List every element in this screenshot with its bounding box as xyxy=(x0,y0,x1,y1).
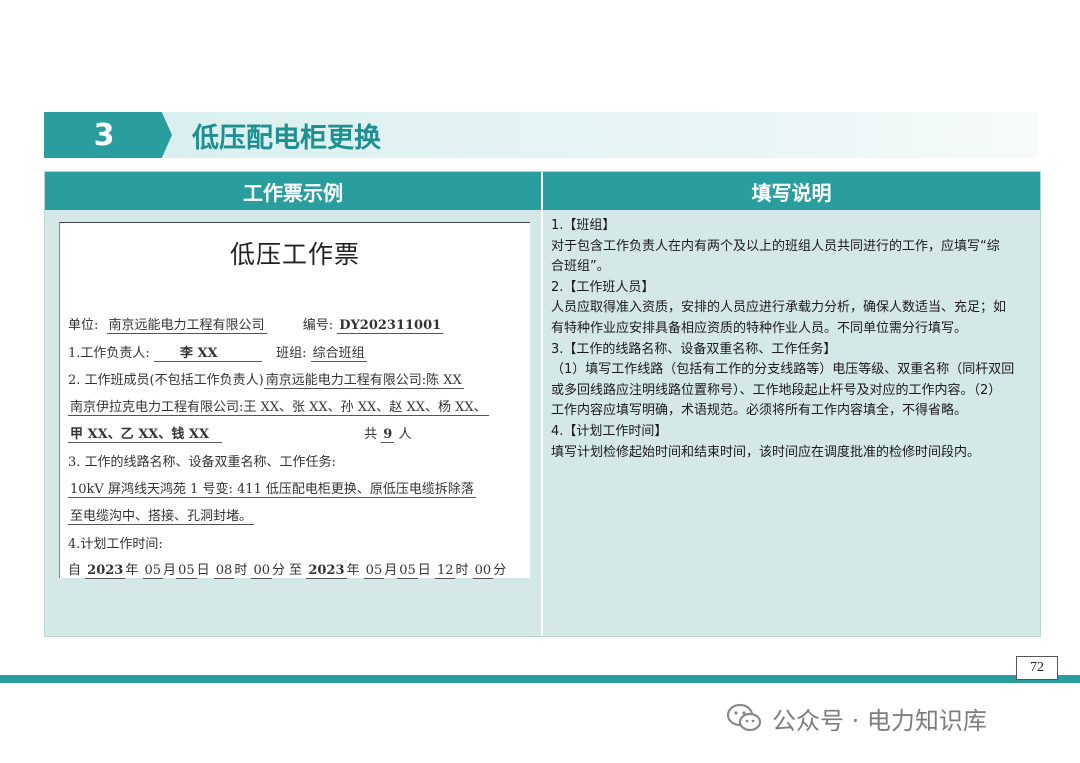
ticket-members-row-1: 2. 工作班成员(不包括工作负责人) 南京远能电力工程有限公司:陈 XX xyxy=(68,369,464,389)
instruction-line: 工作内容应填写明确，术语规范。必须将所有工作内容填全，不得省略。 xyxy=(551,403,968,419)
section-number: 3 xyxy=(44,112,172,158)
ticket-task-row-2: 至电缆沟中、搭接、孔洞封堵。 xyxy=(68,505,255,525)
unit-day: 日 xyxy=(196,563,210,578)
ticket-number-label: 编号: xyxy=(302,318,334,333)
ticket-total-prefix: 共 xyxy=(364,427,378,442)
ticket-unit-row: 单位: 南京远能电力工程有限公司 编号: DY202311001 xyxy=(68,314,444,334)
instruction-line: 或多回线路应注明线路位置称号）、工作地段起止杆号及对应的工作内容。（2） xyxy=(551,382,1002,398)
ticket-start-day: 05 xyxy=(176,563,197,579)
ticket-members-line2: 南京伊拉克电力工程有限公司:王 XX、张 XX、孙 XX、赵 XX、杨 XX、 xyxy=(68,400,489,416)
ticket-end-min: 00 xyxy=(472,563,494,579)
ticket-end-day: 05 xyxy=(397,563,418,579)
footer-rule xyxy=(0,675,1080,683)
ticket-leader-row: 1.工作负责人: 李 XX 班组: 综合班组 xyxy=(68,342,367,362)
content-table: 工作票示例 填写说明 低压工作票 单位: 南京远能电力工程有限公司 编号: DY… xyxy=(44,171,1041,637)
ticket-members-row-3: 甲 XX、乙 XX、钱 XX 共 9 人 xyxy=(68,423,412,443)
instruction-line: 1.【班组】 xyxy=(551,218,616,233)
instruction-line: （1）填写工作线路（包括有工作的分支线路等）电压等级、双重名称（同杆双回 xyxy=(551,362,1015,378)
table-header-example: 工作票示例 xyxy=(45,172,541,210)
ticket-task-label: 3. 工作的线路名称、设备双重名称、工作任务: xyxy=(68,455,336,470)
instruction-line: 填写计划检修起始时间和结束时间，该时间应在调度批准的检修时间段内。 xyxy=(551,444,981,460)
page-number: 72 xyxy=(1016,656,1058,680)
unit-day: 日 xyxy=(417,563,431,578)
ticket-start-min: 00 xyxy=(251,563,273,579)
unit-hour: 时 xyxy=(455,563,469,578)
unit-hour: 时 xyxy=(234,563,248,578)
instruction-line: 4.【计划工作时间】 xyxy=(551,423,668,439)
ticket-time-from: 自 xyxy=(68,563,82,578)
ticket-time-label: 4.计划工作时间: xyxy=(68,537,163,552)
instruction-line: 有特种作业应安排具备相应资质的特种作业人员。不同单位需分行填写。 xyxy=(551,320,968,336)
ticket-time-row: 自 2023 年 05 月 05 日 08 时 00 分 至 2023 年 05 月 05 日 12… xyxy=(68,559,507,579)
ticket-members-label: 2. 工作班成员(不包括工作负责人) xyxy=(68,373,264,388)
ticket-start-year: 2023 xyxy=(85,563,126,579)
section-title: 低压配电柜更换 xyxy=(192,122,381,154)
watermark-text: 公众号 · 电力知识库 xyxy=(772,706,987,735)
ticket-leader-label: 1.工作负责人: xyxy=(68,346,150,361)
instruction-line: 人员应取得准入资质，安排的人员应进行承载力分析，确保人数适当、充足；如 xyxy=(551,300,1007,316)
ticket-time-to: 至 xyxy=(289,563,303,578)
work-ticket-example: 低压工作票 单位: 南京远能电力工程有限公司 编号: DY202311001 1… xyxy=(59,222,530,579)
ticket-end-year: 2023 xyxy=(306,563,347,579)
ticket-task-line1: 10kV 屏鸿线天鸿苑 1 号变: 411 低压配电柜更换、原低压电缆拆除落 xyxy=(68,482,476,498)
ticket-start-hour: 08 xyxy=(213,563,235,579)
ticket-end-month: 05 xyxy=(363,563,385,579)
ticket-task-line2: 至电缆沟中、搭接、孔洞封堵。 xyxy=(68,509,255,525)
ticket-unit-label: 单位: xyxy=(68,318,99,333)
unit-month: 月 xyxy=(384,563,398,578)
ticket-members-line1: 南京远能电力工程有限公司:陈 XX xyxy=(263,373,464,389)
ticket-number-value: DY202311001 xyxy=(337,318,444,334)
instructions-text: 1.【班组】 对于包含工作负责人在内有两个及以上的班组人员共同进行的工作，应填写… xyxy=(551,216,1035,463)
ticket-members-line3: 甲 XX、乙 XX、钱 XX xyxy=(68,423,222,443)
table-header-instructions: 填写说明 xyxy=(543,172,1040,210)
ticket-total-value: 9 xyxy=(381,427,395,443)
instruction-line: 2.【工作班人员】 xyxy=(551,279,655,295)
unit-month: 月 xyxy=(163,563,177,578)
ticket-members-row-2: 南京伊拉克电力工程有限公司:王 XX、张 XX、孙 XX、赵 XX、杨 XX、 xyxy=(68,396,489,416)
column-divider xyxy=(541,172,543,636)
ticket-end-hour: 12 xyxy=(434,563,456,579)
ticket-start-month: 05 xyxy=(142,563,164,579)
instruction-line: 对于包含工作负责人在内有两个及以上的班组人员共同进行的工作，应填写“综 xyxy=(551,238,1000,254)
ticket-title: 低压工作票 xyxy=(229,240,360,269)
wechat-icon xyxy=(726,703,762,733)
ticket-task-row-1: 10kV 屏鸿线天鸿苑 1 号变: 411 低压配电柜更换、原低压电缆拆除落 xyxy=(68,478,476,498)
ticket-unit-value: 南京远能电力工程有限公司 xyxy=(106,318,267,334)
ticket-team-value: 综合班组 xyxy=(310,346,367,362)
ticket-total-suffix: 人 xyxy=(398,427,412,442)
unit-min: 分 xyxy=(493,563,507,578)
unit-year: 年 xyxy=(346,563,360,578)
instruction-line: 3.【工作的线路名称、设备双重名称、工作任务】 xyxy=(551,341,837,357)
watermark: 公众号 · 电力知识库 xyxy=(726,700,987,736)
ticket-leader-value: 李 XX xyxy=(153,342,262,362)
instruction-line: 合班组”。 xyxy=(551,259,610,275)
unit-year: 年 xyxy=(125,563,139,578)
ticket-team-label: 班组: xyxy=(276,346,307,361)
unit-min: 分 xyxy=(272,563,286,578)
